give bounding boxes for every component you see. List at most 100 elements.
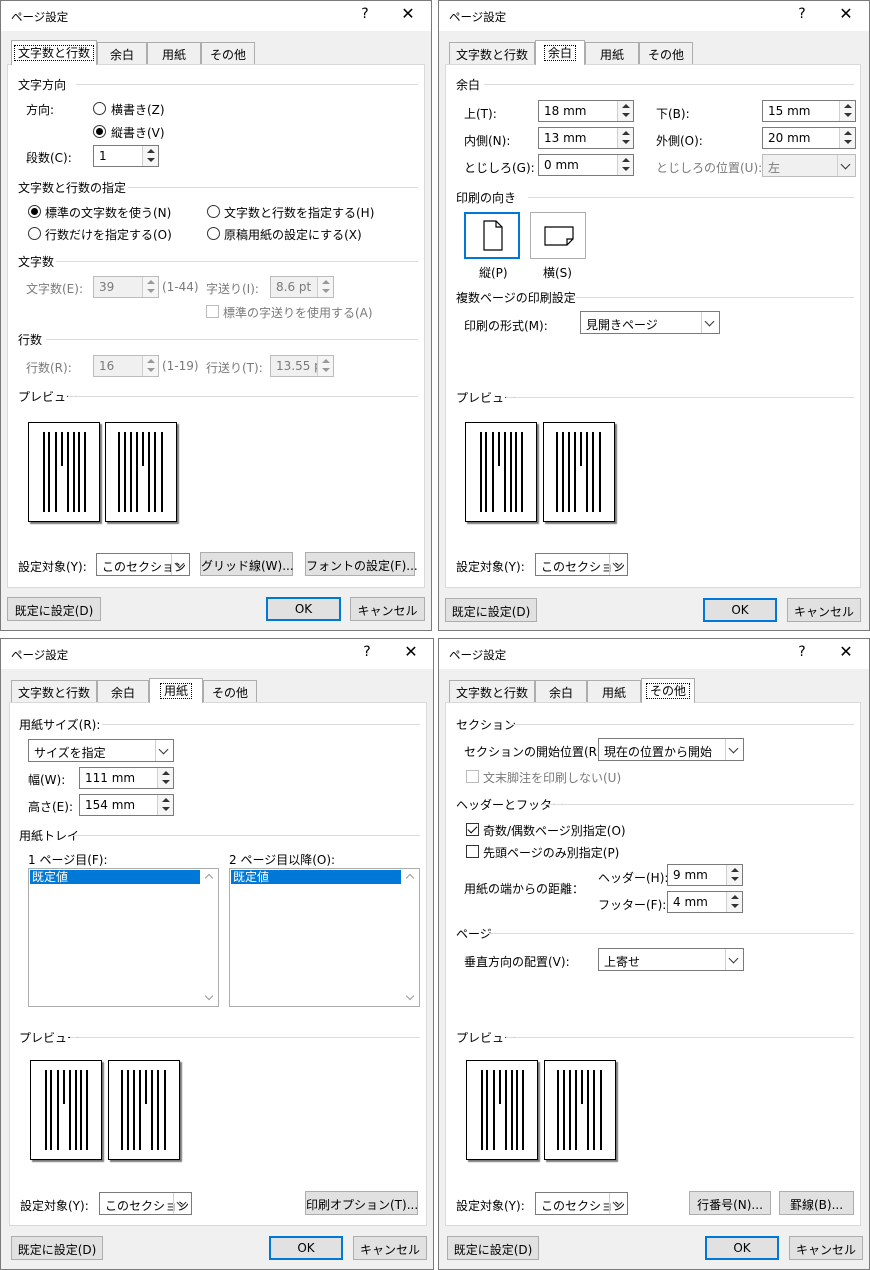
line-numbers-button[interactable]: 行番号(N)... — [689, 1191, 771, 1215]
inside-stepper[interactable]: 13 mm — [538, 127, 634, 149]
spin-arrows-icon[interactable] — [617, 128, 633, 148]
std-pitch-label[interactable]: 標準の字送りを使用する(A) — [223, 304, 373, 321]
borders-button[interactable]: 罫線(B)... — [779, 1191, 854, 1215]
other-pages-tray-list[interactable]: 既定値 — [229, 868, 420, 1007]
footer-stepper[interactable]: 4 mm — [667, 891, 743, 913]
chevron-down-icon[interactable] — [701, 312, 719, 333]
print-options-button[interactable]: 印刷オプション(T)... — [305, 1191, 418, 1215]
chevron-down-icon[interactable] — [173, 1193, 191, 1214]
std-pitch-checkbox[interactable] — [206, 305, 219, 318]
scrollbar[interactable] — [402, 870, 418, 1005]
tab-chars-lines[interactable]: 文字数と行数 — [11, 680, 97, 702]
help-icon[interactable]: ? — [355, 6, 375, 22]
set-default-button[interactable]: 既定に設定(D) — [447, 1236, 539, 1260]
cancel-button[interactable]: キャンセル — [789, 1236, 863, 1260]
horizontal-label[interactable]: 横書き(Z) — [111, 101, 165, 118]
gutter-pos-select[interactable]: 左 — [762, 154, 856, 177]
ok-button[interactable]: OK — [266, 597, 341, 621]
ok-button[interactable]: OK — [703, 598, 777, 622]
spin-arrows-icon[interactable] — [617, 101, 633, 121]
vertical-label[interactable]: 縦書き(V) — [111, 124, 165, 141]
lines-only-label[interactable]: 行数だけを指定する(O) — [45, 226, 172, 243]
spin-arrows-icon[interactable] — [839, 128, 855, 148]
line-pitch-stepper[interactable]: 13.55 p — [270, 355, 334, 377]
tab-other[interactable]: その他 — [641, 678, 695, 703]
tab-paper[interactable]: 用紙 — [147, 42, 201, 64]
font-button[interactable]: フォントの設定(F)... — [305, 552, 418, 576]
lines-only-radio[interactable] — [28, 227, 41, 240]
chevron-down-icon[interactable] — [171, 554, 189, 575]
tab-paper[interactable]: 用紙 — [149, 678, 203, 703]
apply-to-select[interactable]: このセクション — [99, 1192, 192, 1215]
tab-margins[interactable]: 余白 — [535, 40, 585, 65]
close-icon[interactable]: ✕ — [836, 642, 856, 661]
close-icon[interactable]: ✕ — [398, 4, 418, 23]
cancel-button[interactable]: キャンセル — [787, 598, 861, 622]
help-icon[interactable]: ? — [792, 644, 812, 660]
chevron-down-icon[interactable] — [155, 740, 173, 761]
first-page-checkbox[interactable] — [466, 845, 479, 858]
valign-select[interactable]: 上寄せ — [598, 948, 744, 971]
spin-arrows-icon[interactable] — [317, 277, 333, 297]
lines-stepper[interactable]: 16 — [93, 355, 159, 377]
suppress-endnotes-checkbox[interactable] — [466, 770, 479, 783]
tab-other[interactable]: その他 — [203, 680, 257, 702]
tab-chars-lines[interactable]: 文字数と行数 — [449, 680, 535, 702]
chevron-down-icon[interactable] — [725, 739, 743, 760]
height-stepper[interactable]: 154 mm — [79, 794, 174, 816]
apply-to-select[interactable]: このセクション — [535, 1192, 628, 1215]
cancel-button[interactable]: キャンセル — [353, 1236, 427, 1260]
help-icon[interactable]: ? — [792, 6, 812, 22]
outside-stepper[interactable]: 20 mm — [762, 127, 856, 149]
odd-even-label[interactable]: 奇数/偶数ページ別指定(O) — [483, 822, 626, 839]
portrait-button[interactable] — [464, 212, 520, 259]
tab-other[interactable]: その他 — [639, 42, 693, 64]
tab-margins[interactable]: 余白 — [97, 680, 149, 702]
spin-arrows-icon[interactable] — [157, 795, 173, 815]
section-start-select[interactable]: 現在の位置から開始 — [598, 738, 744, 761]
chars-lines-radio[interactable] — [207, 205, 220, 218]
scrollbar[interactable] — [201, 870, 217, 1005]
tab-margins[interactable]: 余白 — [97, 42, 147, 64]
chars-stepper[interactable]: 39 — [93, 276, 159, 298]
gutter-stepper[interactable]: 0 mm — [538, 154, 634, 176]
spin-arrows-icon[interactable] — [142, 356, 158, 376]
first-page-label[interactable]: 先頭ページのみ別指定(P) — [483, 844, 619, 861]
set-default-button[interactable]: 既定に設定(D) — [445, 598, 537, 622]
landscape-button[interactable] — [530, 212, 586, 259]
manuscript-radio[interactable] — [207, 227, 220, 240]
horizontal-radio[interactable] — [93, 102, 106, 115]
help-icon[interactable]: ? — [357, 644, 377, 660]
spin-arrows-icon[interactable] — [839, 101, 855, 121]
top-stepper[interactable]: 18 mm — [538, 100, 634, 122]
vertical-radio[interactable] — [93, 125, 106, 138]
suppress-endnotes-label[interactable]: 文末脚注を印刷しない(U) — [483, 769, 621, 786]
char-pitch-stepper[interactable]: 8.6 pt — [270, 276, 334, 298]
first-page-tray-list[interactable]: 既定値 — [28, 868, 219, 1007]
spin-arrows-icon[interactable] — [317, 356, 333, 376]
cancel-button[interactable]: キャンセル — [350, 597, 425, 621]
standard-label[interactable]: 標準の文字数を使う(N) — [45, 204, 171, 221]
grid-button[interactable]: グリッド線(W)... — [200, 552, 294, 576]
chevron-down-icon[interactable] — [609, 1193, 627, 1214]
tab-paper[interactable]: 用紙 — [587, 680, 641, 702]
list-item[interactable]: 既定値 — [30, 870, 200, 884]
spin-arrows-icon[interactable] — [157, 768, 173, 788]
standard-radio[interactable] — [28, 205, 41, 218]
apply-to-select[interactable]: このセクション — [96, 553, 190, 576]
spin-arrows-icon[interactable] — [617, 155, 633, 175]
ok-button[interactable]: OK — [269, 1236, 343, 1260]
header-stepper[interactable]: 9 mm — [667, 864, 743, 886]
set-default-button[interactable]: 既定に設定(D) — [11, 1236, 103, 1260]
manuscript-label[interactable]: 原稿用紙の設定にする(X) — [224, 226, 362, 243]
tab-other[interactable]: その他 — [201, 42, 255, 64]
spin-arrows-icon[interactable] — [726, 865, 742, 885]
tab-chars-lines[interactable]: 文字数と行数 — [449, 42, 535, 64]
multi-pages-select[interactable]: 見開きページ — [580, 311, 720, 334]
chevron-down-icon[interactable] — [609, 554, 627, 575]
spin-arrows-icon[interactable] — [726, 892, 742, 912]
spin-arrows-icon[interactable] — [142, 146, 158, 166]
chevron-down-icon[interactable] — [837, 155, 855, 176]
chevron-down-icon[interactable] — [725, 949, 743, 970]
tab-paper[interactable]: 用紙 — [585, 42, 639, 64]
